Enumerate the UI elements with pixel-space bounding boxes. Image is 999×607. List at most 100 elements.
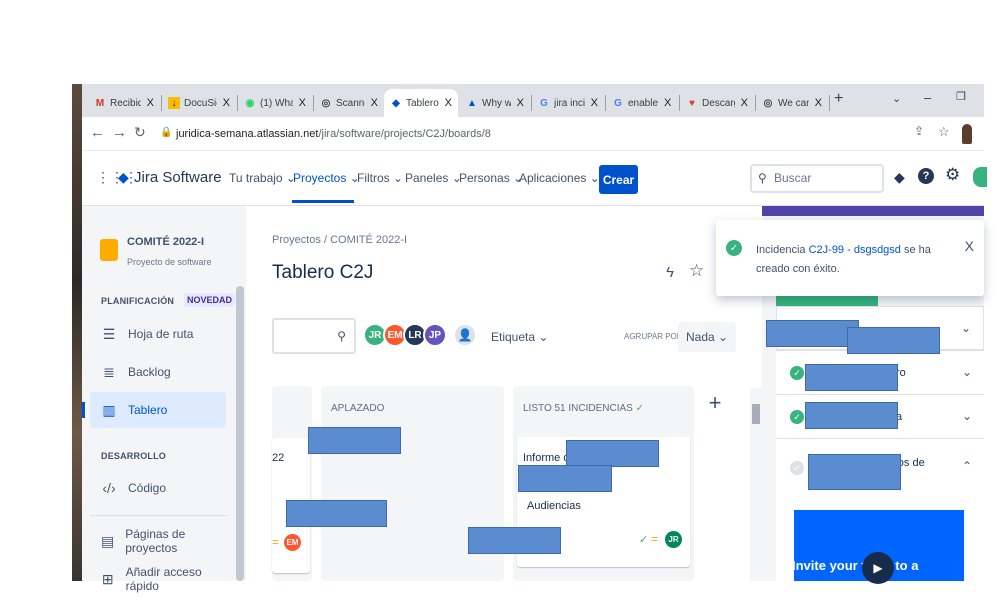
- search-icon: ⚲: [337, 329, 346, 343]
- nav-selected-indicator: [292, 200, 354, 203]
- group-by-value: Nada: [686, 330, 715, 344]
- tab-label: (1) What: [260, 97, 293, 109]
- bookmark-star-icon[interactable]: ☆: [938, 124, 950, 140]
- tab-close-icon[interactable]: X: [591, 97, 598, 109]
- tab-close-icon[interactable]: X: [299, 97, 306, 109]
- lock-icon: 🔒: [160, 127, 173, 138]
- play-icon[interactable]: ▶: [862, 552, 894, 584]
- nav-filters[interactable]: Filtros ⌄: [357, 171, 403, 185]
- share-icon[interactable]: ⇪: [914, 124, 924, 138]
- jira-logo-text[interactable]: Jira Software: [134, 169, 222, 186]
- add-people-icon[interactable]: 👤: [453, 323, 477, 347]
- redaction-box: [808, 454, 901, 490]
- nav-apps[interactable]: Aplicaciones ⌄: [519, 171, 600, 185]
- restore-icon[interactable]: ❐: [956, 90, 966, 103]
- settings-gear-icon[interactable]: ⚙: [945, 165, 960, 185]
- avatar-filter[interactable]: JP: [423, 323, 447, 347]
- browser-tab[interactable]: ▲ Why we X: [460, 89, 530, 117]
- search-input[interactable]: ⚲ Buscar: [750, 164, 884, 193]
- browser-tab[interactable]: ◎ Scanned X: [314, 89, 384, 117]
- search-icon: ⚲: [758, 171, 767, 185]
- browser-tab[interactable]: ◉ (1) What X: [238, 89, 312, 117]
- nav-people[interactable]: Personas ⌄: [459, 171, 523, 185]
- sidebar-item-board[interactable]: ▥ Tablero: [90, 392, 226, 428]
- notifications-bell-icon[interactable]: ◆: [894, 169, 905, 186]
- redaction-box: [566, 440, 659, 467]
- toast-message: Incidencia C2J-99 - dsgsdgsd se ha cread…: [756, 241, 956, 279]
- tab-close-icon[interactable]: X: [445, 97, 452, 109]
- help-icon[interactable]: ?: [918, 168, 934, 184]
- code-icon: ‹/›: [102, 480, 116, 496]
- minimize-icon[interactable]: –: [924, 90, 931, 105]
- profile-avatar[interactable]: [962, 124, 972, 144]
- tab-search-chevron-icon[interactable]: ⌄: [892, 92, 901, 105]
- browser-tab[interactable]: Genable X: [606, 89, 678, 117]
- sidebar-scrollbar[interactable]: [236, 286, 244, 581]
- browser-tab[interactable]: M Recibido X: [88, 89, 160, 117]
- tab-close-icon[interactable]: X: [517, 97, 524, 109]
- jira-top-nav: ⋮⋮⋮ ◆ Jira Software Tu trabajo ⌄ Proyect…: [82, 151, 987, 206]
- label-filter[interactable]: Etiqueta ⌄: [491, 330, 548, 344]
- breadcrumb[interactable]: Proyectos / COMITÉ 2022-I: [272, 234, 407, 246]
- tab-close-icon[interactable]: X: [223, 97, 230, 109]
- star-icon[interactable]: ☆: [689, 261, 704, 281]
- redaction-box: [308, 427, 401, 454]
- address-bar[interactable]: 🔒 juridica-semana.atlassian.net/jira/sof…: [152, 122, 972, 146]
- add-column-button[interactable]: +: [701, 389, 729, 417]
- tab-close-icon[interactable]: X: [664, 97, 671, 109]
- sidebar-item-project-pages[interactable]: ▤ Páginas de proyectos: [90, 523, 226, 559]
- browser-tab[interactable]: ↓ DocuSig X: [162, 89, 236, 117]
- chevron-up-icon[interactable]: ⌃: [962, 459, 972, 473]
- sidebar-item-label: Código: [128, 481, 167, 495]
- nav-dashboards[interactable]: Paneles ⌄: [405, 171, 462, 185]
- nav-people-label: Personas: [459, 171, 510, 185]
- sidebar-item-roadmap[interactable]: ☰ Hoja de ruta: [90, 316, 226, 352]
- tab-label: jira incid: [554, 97, 585, 109]
- browser-tab[interactable]: Gjira incid X: [532, 89, 604, 117]
- search-placeholder: Buscar: [774, 171, 812, 185]
- sidebar-item-code[interactable]: ‹/› Código: [90, 470, 226, 506]
- sidebar-item-backlog[interactable]: ≣ Backlog: [90, 354, 226, 390]
- column-header: APLAZADO: [331, 403, 385, 414]
- close-icon[interactable]: X: [965, 238, 974, 254]
- lightning-icon[interactable]: ϟ: [666, 264, 674, 281]
- tab-close-icon[interactable]: X: [371, 97, 378, 109]
- toast-issue-link[interactable]: C2J-99 - dsgsdgsd: [809, 244, 901, 256]
- board-icon: ▥: [102, 401, 116, 418]
- assignee-avatar: EM: [284, 534, 301, 551]
- browser-tab[interactable]: ◎ We cant X: [756, 89, 828, 117]
- backlog-icon: ≣: [103, 363, 115, 380]
- sidebar-item-add-shortcut[interactable]: ⊞ Añadir acceso rápido: [90, 561, 226, 597]
- browser-tab[interactable]: ♥ Descarg X: [680, 89, 754, 117]
- forward-arrow-icon[interactable]: →: [112, 124, 127, 141]
- group-by-select[interactable]: Nada ⌄: [678, 322, 736, 352]
- project-name[interactable]: COMITÉ 2022-I: [127, 236, 204, 248]
- development-section-label: DESARROLLO: [101, 451, 166, 461]
- project-avatar: [100, 239, 118, 261]
- tab-close-icon[interactable]: X: [147, 97, 154, 109]
- new-tab-button[interactable]: +: [834, 90, 843, 108]
- nav-projects-label: Proyectos: [293, 171, 347, 185]
- nav-projects[interactable]: Proyectos ⌄: [293, 171, 360, 185]
- tab-label: Scanned: [336, 97, 365, 109]
- chevron-down-icon[interactable]: ⌄: [962, 409, 972, 423]
- tab-close-icon[interactable]: X: [815, 97, 822, 109]
- create-button[interactable]: Crear: [599, 165, 638, 194]
- google-icon: G: [614, 97, 622, 109]
- board-search-input[interactable]: ⚲: [272, 318, 356, 354]
- app-switcher-grid-icon[interactable]: ⋮⋮⋮: [96, 169, 138, 186]
- sidebar-item-label: Añadir acceso rápido: [125, 565, 202, 593]
- reload-icon[interactable]: ↻: [134, 124, 146, 141]
- chevron-down-icon[interactable]: ⌄: [962, 365, 972, 379]
- chevron-down-icon[interactable]: ⌄: [961, 321, 971, 335]
- nav-apps-label: Aplicaciones: [519, 171, 587, 185]
- nav-filters-label: Filtros: [357, 171, 390, 185]
- nav-your-work[interactable]: Tu trabajo ⌄: [229, 171, 296, 185]
- board-scrollbar[interactable]: [750, 388, 762, 581]
- tab-close-icon[interactable]: X: [741, 97, 748, 109]
- back-arrow-icon[interactable]: ←: [90, 124, 105, 141]
- tab-label: We cant: [778, 97, 809, 109]
- download-heart-icon: ♥: [689, 97, 695, 109]
- browser-tab-active[interactable]: ◆ Tablero X: [384, 89, 458, 117]
- user-avatar[interactable]: [973, 167, 987, 187]
